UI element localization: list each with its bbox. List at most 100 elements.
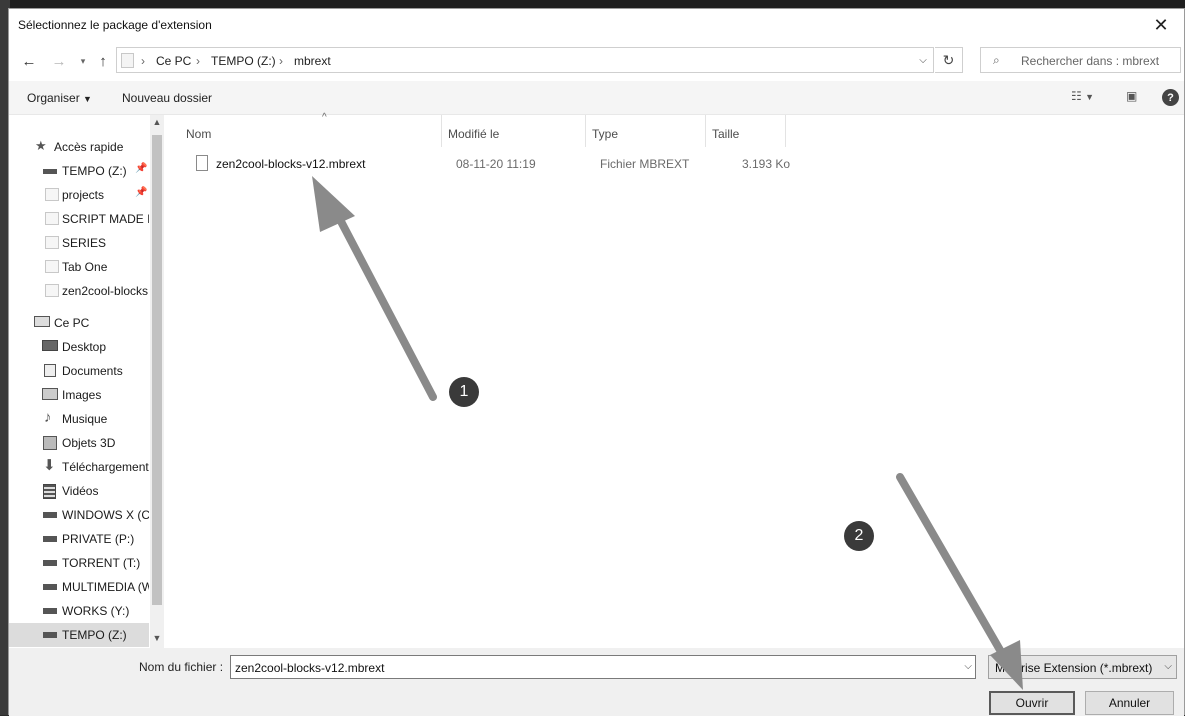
preview-pane-icon[interactable]: ▣: [1126, 89, 1137, 103]
folder-icon: [45, 236, 59, 249]
sidebar-item-ce-pc[interactable]: Ce PC: [9, 311, 149, 335]
cube-icon: [43, 436, 57, 450]
file-row[interactable]: zen2cool-blocks-v12.mbrext 08-11-20 11:1…: [172, 153, 792, 175]
sidebar-item-script-made-in[interactable]: SCRIPT MADE IN: [9, 207, 149, 231]
column-header-size[interactable]: Taille: [706, 115, 786, 147]
sidebar-item-documents[interactable]: Documents: [9, 359, 149, 383]
breadcrumb-separator: ›: [279, 54, 283, 68]
drive-icon: [43, 608, 57, 614]
sidebar-item-label: PRIVATE (P:): [62, 532, 135, 546]
scrollbar-thumb[interactable]: [152, 135, 162, 605]
search-input[interactable]: ⌕ Rechercher dans : mbrext: [980, 47, 1181, 73]
drive-icon: [43, 536, 57, 542]
column-label: Modifié le: [448, 127, 500, 141]
breadcrumb-tempo[interactable]: TEMPO (Z:): [211, 54, 276, 68]
sidebar-item-multimedia[interactable]: MULTIMEDIA (W: [9, 575, 149, 599]
step-badge-2: 2: [844, 521, 874, 551]
chevron-down-icon[interactable]: ⌵: [964, 661, 972, 672]
column-header-modified[interactable]: Modifié le: [442, 115, 586, 147]
folder-icon: [45, 212, 59, 225]
sidebar-item-label: Objets 3D: [62, 436, 116, 450]
sidebar-item-torrent[interactable]: TORRENT (T:): [9, 551, 149, 575]
view-options-icon[interactable]: ☷ ▼: [1071, 89, 1094, 103]
drive-icon: [43, 584, 57, 590]
column-header-name[interactable]: Nom ^: [180, 112, 442, 147]
dialog-title: Sélectionnez le package d'extension: [18, 18, 212, 32]
filename-field[interactable]: zen2cool-blocks-v12.mbrext ⌵: [230, 655, 976, 679]
sidebar-item-label: Téléchargements: [62, 460, 149, 474]
sidebar-item-telechargements[interactable]: ⬇ Téléchargements: [9, 455, 149, 479]
sidebar-item-videos[interactable]: Vidéos: [9, 479, 149, 503]
navigation-pane: ★ Accès rapide TEMPO (Z:) 📌 projects 📌 S…: [9, 115, 165, 648]
open-button[interactable]: Ouvrir: [989, 691, 1075, 715]
up-arrow-icon[interactable]: ↑: [91, 49, 115, 73]
folder-icon: [45, 284, 59, 297]
sidebar-item-label: TEMPO (Z:): [62, 164, 127, 178]
breadcrumb-ce-pc[interactable]: Ce PC: [156, 54, 191, 68]
location-icon: [121, 53, 134, 68]
sidebar-item-label: projects: [62, 188, 105, 202]
title-bar: Sélectionnez le package d'extension ✕: [9, 9, 1184, 41]
breadcrumb-mbrext[interactable]: mbrext: [294, 54, 331, 68]
sidebar-item-windows-x[interactable]: WINDOWS X (C:: [9, 503, 149, 527]
sidebar-item-quick-access[interactable]: ★ Accès rapide: [9, 135, 149, 159]
close-icon[interactable]: ✕: [1138, 9, 1184, 41]
sidebar-scrollbar[interactable]: ▲ ▼: [150, 115, 164, 648]
sidebar-item-label: WORKS (Y:): [62, 604, 130, 618]
file-name: zen2cool-blocks-v12.mbrext: [216, 157, 366, 171]
computer-icon: [34, 316, 50, 327]
drive-icon: [43, 169, 57, 174]
folder-icon: [45, 260, 59, 273]
sidebar-item-label: Desktop: [62, 340, 107, 354]
new-folder-button[interactable]: Nouveau dossier: [122, 91, 212, 105]
scroll-down-icon[interactable]: ▼: [152, 633, 162, 643]
file-open-dialog: Sélectionnez le package d'extension ✕ ← …: [8, 8, 1185, 716]
breadcrumb-separator: ›: [141, 54, 145, 68]
file-type: Fichier MBREXT: [600, 157, 690, 171]
sidebar-item-tempo-selected[interactable]: TEMPO (Z:): [9, 623, 149, 647]
file-size: 3.193 Ko: [742, 157, 791, 171]
forward-arrow-icon[interactable]: →: [47, 49, 71, 73]
sidebar-item-label: Accès rapide: [54, 140, 124, 154]
download-icon: ⬇: [43, 457, 56, 474]
sidebar-item-label: SCRIPT MADE IN: [62, 212, 149, 226]
star-icon: ★: [35, 138, 47, 153]
video-icon: [43, 484, 56, 499]
sidebar-item-label: zen2cool-blocks: [62, 284, 149, 298]
sidebar-item-zen2cool-blocks[interactable]: zen2cool-blocks: [9, 279, 149, 303]
sidebar-item-objets-3d[interactable]: Objets 3D: [9, 431, 149, 455]
help-icon[interactable]: ?: [1162, 89, 1179, 106]
step-badge-1: 1: [449, 377, 479, 407]
drive-icon: [43, 560, 57, 566]
scroll-up-icon[interactable]: ▲: [152, 117, 162, 127]
address-bar[interactable]: › Ce PC › TEMPO (Z:) › mbrext ⌵: [116, 47, 934, 73]
sidebar-item-projects[interactable]: projects 📌: [9, 183, 149, 207]
sidebar-item-series[interactable]: SERIES: [9, 231, 149, 255]
organize-button[interactable]: Organiser ▼: [27, 91, 92, 105]
pin-icon: 📌: [135, 163, 148, 174]
refresh-icon[interactable]: ↻: [935, 47, 963, 73]
chevron-down-icon: ▼: [83, 94, 92, 104]
sidebar-item-label: Images: [62, 388, 102, 402]
sidebar-item-desktop[interactable]: Desktop: [9, 335, 149, 359]
address-dropdown-icon[interactable]: ⌵: [915, 52, 931, 68]
sidebar-item-tempo-pinned[interactable]: TEMPO (Z:) 📌: [9, 159, 149, 183]
sidebar-item-images[interactable]: Images: [9, 383, 149, 407]
file-list: Nom ^ Modifié le Type Taille zen2cool-bl…: [172, 112, 1185, 648]
filename-value: zen2cool-blocks-v12.mbrext: [235, 661, 385, 675]
cancel-button[interactable]: Annuler: [1085, 691, 1174, 715]
back-arrow-icon[interactable]: ←: [17, 49, 41, 73]
sidebar-item-label: TEMPO (Z:): [62, 628, 127, 642]
column-header-type[interactable]: Type: [586, 115, 706, 147]
sidebar-item-private[interactable]: PRIVATE (P:): [9, 527, 149, 551]
sidebar-item-works[interactable]: WORKS (Y:): [9, 599, 149, 623]
breadcrumb-separator: ›: [196, 54, 200, 68]
sidebar-item-label: Documents: [62, 364, 123, 378]
desktop-icon: [42, 340, 58, 351]
pin-icon: 📌: [135, 187, 148, 198]
sidebar-item-tab-one[interactable]: Tab One: [9, 255, 149, 279]
sidebar-item-musique[interactable]: ♪ Musique: [9, 407, 149, 431]
file-type-filter[interactable]: Mobirise Extension (*.mbrext) ⌵: [988, 655, 1177, 679]
column-label: Nom: [186, 127, 212, 141]
sidebar-item-label: SERIES: [62, 236, 107, 250]
